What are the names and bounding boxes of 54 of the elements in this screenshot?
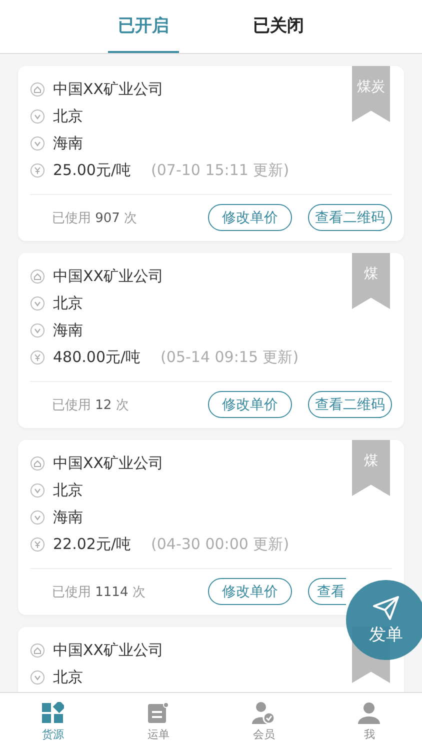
- yen-icon: [30, 350, 45, 365]
- destination-text: 海南: [53, 321, 83, 340]
- edit-price-button[interactable]: 修改单价: [208, 204, 292, 231]
- nav-tab[interactable]: 会员: [211, 693, 316, 750]
- chevron-icon: [30, 136, 45, 151]
- chevron-icon: [30, 296, 45, 311]
- view-qr-button[interactable]: 查看二维码: [308, 391, 392, 418]
- chevron-icon: [30, 323, 45, 338]
- home-icon: [30, 456, 45, 471]
- origin-text: 北京: [53, 481, 83, 500]
- destination-text: 海南: [53, 508, 83, 527]
- send-icon: [372, 594, 400, 620]
- company-name: 中国XX矿业公司: [53, 267, 164, 286]
- updated-time: (04-30 00:00 更新): [151, 535, 290, 554]
- destination-text: 海南: [53, 134, 83, 153]
- chevron-icon: [30, 510, 45, 525]
- origin-text: 北京: [53, 294, 83, 313]
- origin-text: 北京: [53, 668, 83, 687]
- view-qr-button[interactable]: 查看二维码: [308, 204, 392, 231]
- company-name: 中国XX矿业公司: [53, 80, 164, 99]
- tab[interactable]: 已关闭: [243, 0, 314, 53]
- edit-price-button[interactable]: 修改单价: [208, 578, 292, 605]
- price-text: 25.00元/吨: [53, 161, 131, 180]
- person-icon: [358, 702, 380, 724]
- yen-icon: [30, 537, 45, 552]
- home-icon: [30, 82, 45, 97]
- home-icon: [30, 269, 45, 284]
- home-icon: [30, 643, 45, 658]
- updated-time: (05-14 09:15 更新): [160, 348, 299, 367]
- company-name: 中国XX矿业公司: [53, 454, 164, 473]
- nav-tab[interactable]: 我: [316, 693, 422, 750]
- grid-icon: [42, 702, 64, 724]
- category-ribbon: 煤炭: [352, 66, 390, 122]
- price-text: 480.00元/吨: [53, 348, 141, 367]
- view-qr-button[interactable]: 查看: [308, 578, 346, 605]
- usage-count: 已使用 907 次: [52, 210, 138, 226]
- category-ribbon: 煤: [352, 440, 390, 496]
- usage-count: 已使用 1114 次: [52, 584, 146, 600]
- price-text: 22.02元/吨: [53, 535, 131, 554]
- chevron-icon: [30, 483, 45, 498]
- origin-text: 北京: [53, 107, 83, 126]
- yen-icon: [30, 163, 45, 178]
- company-name: 中国XX矿业公司: [53, 641, 164, 660]
- edit-price-button[interactable]: 修改单价: [208, 391, 292, 418]
- updated-time: (07-10 15:11 更新): [151, 161, 290, 180]
- chevron-icon: [30, 670, 45, 685]
- nav-tab[interactable]: 运单: [106, 693, 211, 750]
- document-icon: [147, 702, 170, 724]
- nav-tab[interactable]: 货源: [0, 693, 106, 750]
- chevron-icon: [30, 109, 45, 124]
- tab[interactable]: 已开启: [108, 0, 179, 53]
- category-ribbon: 煤: [352, 253, 390, 309]
- member-icon: [252, 702, 276, 724]
- usage-count: 已使用 12 次: [52, 396, 130, 414]
